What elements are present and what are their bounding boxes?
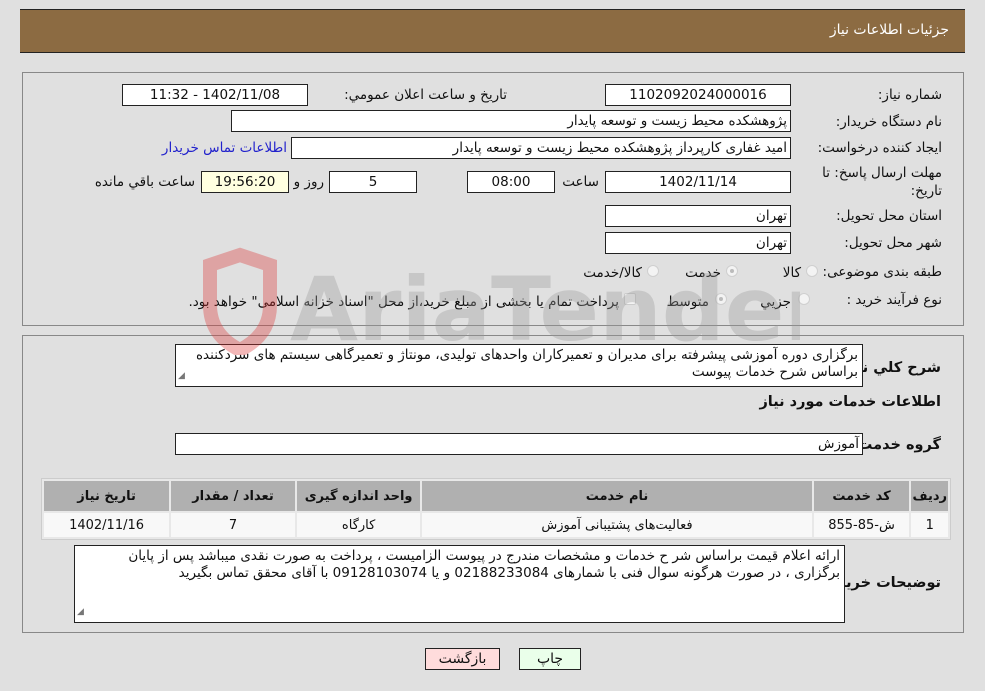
col-header-code: کد خدمت	[813, 481, 910, 511]
process-radio-minor[interactable]	[798, 293, 810, 305]
deadline-label: مهلت ارسال پاسخ: تا	[822, 165, 942, 181]
description-textarea[interactable]: برگزاری دوره آموزشی پیشرفته برای مدیران …	[175, 344, 863, 387]
services-section-title: اطلاعات خدمات مورد نياز	[759, 394, 941, 410]
process-radio-medium[interactable]	[715, 293, 727, 305]
category-option-goods-service: کالا/خدمت	[583, 265, 642, 281]
table-header-row: رديف کد خدمت نام خدمت واحد اندازه گيری ت…	[44, 481, 948, 511]
table-row: 1 ش-85-855 فعالیت‌های پشتیبانی آموزش کار…	[44, 513, 948, 537]
process-label: نوع فرآيند خريد :	[846, 292, 942, 308]
category-radio-goods-service[interactable]	[647, 265, 659, 277]
city-field: تهران	[605, 232, 791, 254]
cell-code: ش-85-855	[813, 513, 910, 537]
description-text: برگزاری دوره آموزشی پیشرفته برای مدیران …	[195, 347, 858, 380]
need-details-panel: شماره نیاز: 1102092024000016 تاریخ و ساع…	[22, 72, 964, 326]
category-radio-service[interactable]	[726, 265, 738, 277]
print-button[interactable]: چاپ	[519, 648, 581, 670]
treasury-note: پرداخت تمام يا بخشی از مبلغ خريد،از محل …	[188, 294, 619, 310]
cell-qty: 7	[171, 513, 295, 537]
remaining-time-field: 19:56:20	[201, 171, 289, 193]
deadline-date-label: تاريخ:	[910, 183, 942, 199]
category-label: طبقه بندی موضوعی:	[822, 264, 942, 280]
days-remaining-field: 5	[329, 171, 417, 193]
col-header-name: نام خدمت	[422, 481, 812, 511]
resize-grip-icon[interactable]: ◢	[178, 368, 185, 385]
remaining-label: ساعت باقي مانده	[94, 174, 195, 190]
cell-unit: کارگاه	[296, 513, 421, 537]
services-panel: شرح کلي نياز: برگزاری دوره آموزشی پیشرفت…	[22, 335, 964, 633]
cell-date: 1402/11/16	[44, 513, 170, 537]
announce-datetime-field: 1402/11/08 - 11:32	[122, 84, 308, 106]
process-option-minor: جزيي	[760, 294, 791, 310]
col-header-row: رديف	[911, 481, 948, 511]
cell-row: 1	[911, 513, 948, 537]
page-title: جزئیات اطلاعات نیاز	[829, 22, 949, 38]
province-field: تهران	[605, 205, 791, 227]
category-radio-goods[interactable]	[806, 265, 818, 277]
category-option-goods: کالا	[782, 265, 801, 281]
deadline-time-field: 08:00	[467, 171, 555, 193]
service-group-field: آموزش	[175, 433, 863, 455]
services-table: رديف کد خدمت نام خدمت واحد اندازه گيری ت…	[41, 478, 951, 540]
service-group-label: گروه خدمت:	[851, 437, 941, 453]
back-button[interactable]: بازگشت	[425, 648, 500, 670]
category-option-service: خدمت	[685, 265, 721, 281]
col-header-qty: تعداد / مقدار	[171, 481, 295, 511]
buyer-contact-link[interactable]: اطلاعات تماس خريدار	[162, 140, 287, 156]
time-label: ساعت	[562, 174, 599, 190]
need-number-label: شماره نیاز:	[877, 87, 942, 103]
process-option-medium: متوسط	[666, 294, 709, 310]
cell-name: فعالیت‌های پشتیبانی آموزش	[422, 513, 812, 537]
col-header-date: تاريخ نياز	[44, 481, 170, 511]
treasury-checkbox[interactable]	[624, 293, 636, 305]
buyer-org-field: پژوهشکده محیط زیست و توسعه پایدار	[231, 110, 791, 132]
requester-field: امید غفاری کارپرداز پژوهشکده محیط زیست و…	[291, 137, 791, 159]
buyer-org-label: نام دستگاه خريدار:	[835, 114, 942, 130]
page-header: جزئیات اطلاعات نیاز	[20, 9, 965, 53]
buyer-notes-textarea[interactable]: ارائه اعلام قیمت براساس شر ح خدمات و مشخ…	[74, 545, 845, 623]
requester-label: ايجاد کننده درخواست:	[817, 140, 942, 156]
days-label: روز و	[293, 174, 324, 190]
deadline-date-field: 1402/11/14	[605, 171, 791, 193]
province-label: استان محل تحويل:	[836, 208, 942, 224]
resize-grip-icon[interactable]: ◢	[77, 604, 84, 621]
announce-label: تاریخ و ساعت اعلان عمومي:	[344, 87, 507, 103]
col-header-unit: واحد اندازه گيری	[296, 481, 421, 511]
buyer-notes-text: ارائه اعلام قیمت براساس شر ح خدمات و مشخ…	[128, 548, 840, 581]
city-label: شهر محل تحويل:	[844, 235, 942, 251]
need-number-field: 1102092024000016	[605, 84, 791, 106]
